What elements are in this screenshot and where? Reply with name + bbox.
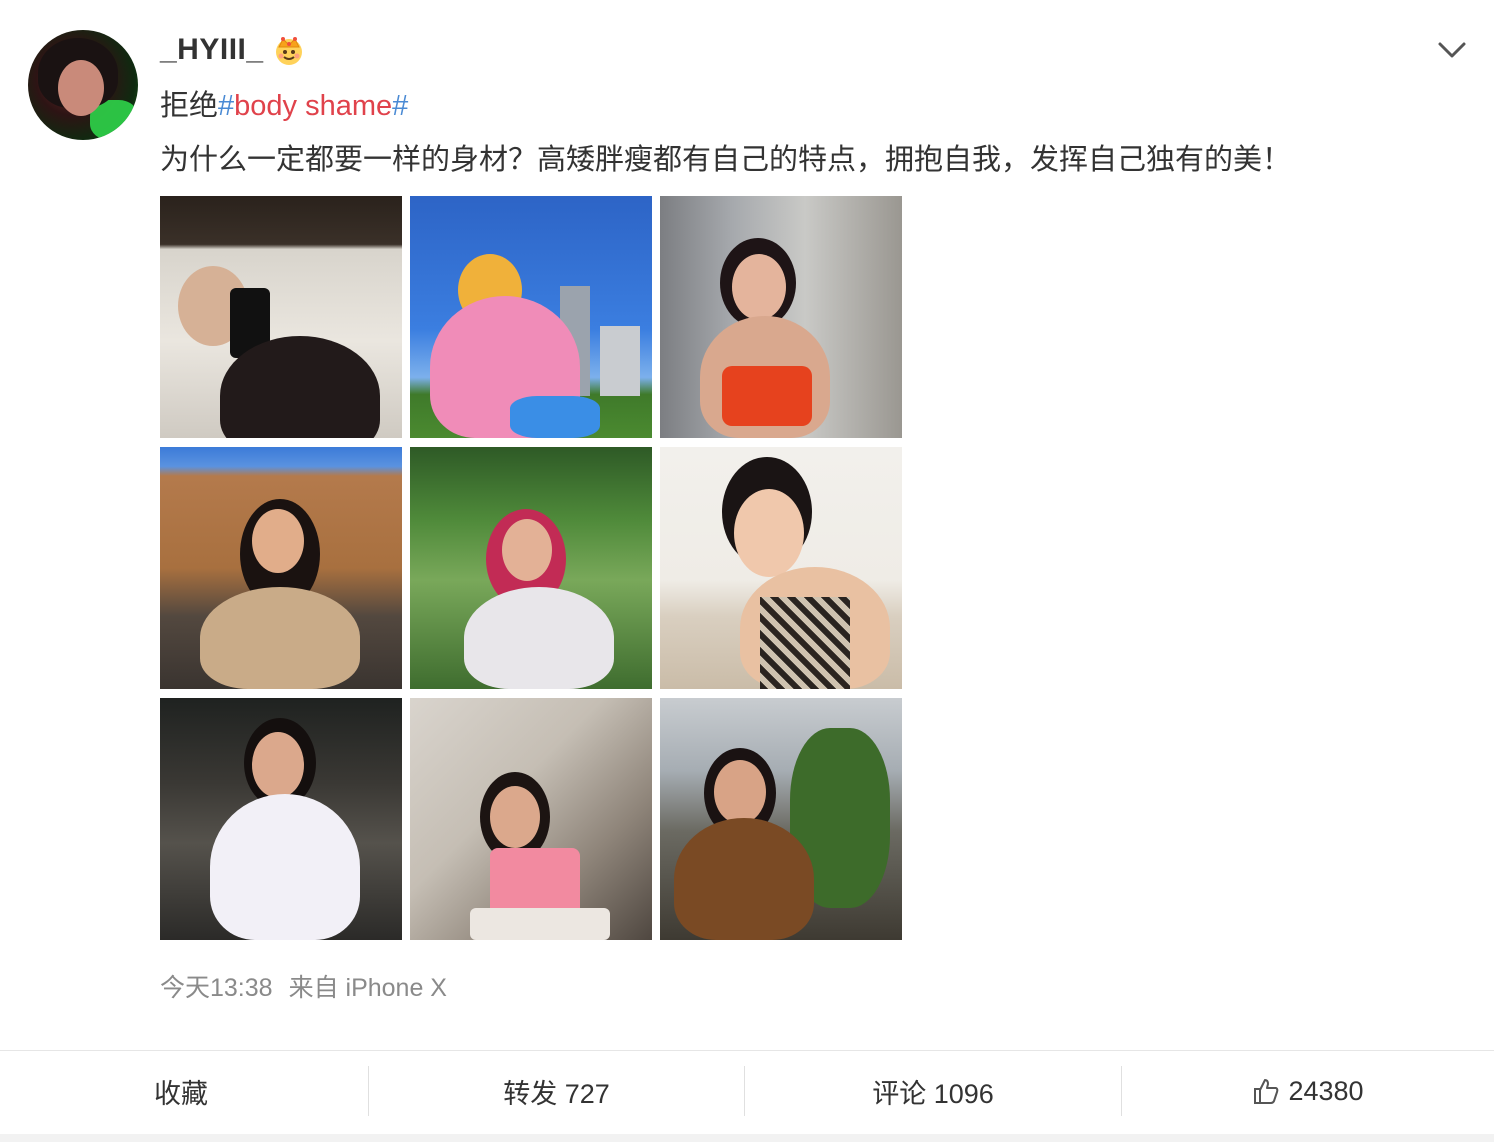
photo-face (502, 519, 552, 581)
post-source: 来自 iPhone X (288, 974, 447, 1002)
chevron-down-icon[interactable] (1436, 34, 1468, 66)
footer-shadow (0, 1134, 1494, 1142)
favorite-button[interactable]: 收藏 (0, 1066, 368, 1116)
photo-face (732, 254, 786, 320)
post-meta: 今天13:38 来自 iPhone X (160, 968, 447, 1004)
photo-figure-body (200, 587, 360, 689)
photo-figure-body (210, 794, 360, 940)
avatar-face (58, 60, 104, 116)
hashtag-open[interactable]: # (218, 90, 234, 122)
post-headline: 拒绝#body shame# (160, 86, 408, 126)
photo-face (490, 786, 540, 848)
skirt-shape (470, 908, 610, 940)
photo-5[interactable] (410, 447, 652, 689)
photo-face (714, 760, 766, 824)
repost-button[interactable]: 转发 727 (368, 1066, 744, 1116)
avatar[interactable] (28, 30, 138, 140)
username[interactable]: _HYIII_ (160, 33, 264, 67)
photo-figure-body (674, 818, 814, 940)
weibo-post-card: _HYIII_ 拒绝#body shame# 为什么一定都要一样的身材？高矮胖瘦… (0, 0, 1494, 1142)
top-shape (722, 366, 812, 426)
photo-figure-body (464, 587, 614, 689)
photo-face (252, 732, 304, 798)
like-button[interactable]: 24380 (1121, 1066, 1494, 1116)
photo-face (734, 489, 804, 577)
thumbs-up-icon (1254, 1079, 1279, 1104)
photo-7[interactable] (160, 698, 402, 940)
comment-button[interactable]: 评论 1096 (744, 1066, 1121, 1116)
crown-icon[interactable] (272, 33, 306, 67)
dress-shape (760, 597, 850, 689)
photo-1[interactable] (160, 196, 402, 438)
action-bar: 收藏 转发 727 评论 1096 24380 (0, 1050, 1494, 1131)
headline-prefix: 拒绝 (160, 90, 219, 122)
shoe-shape (510, 396, 600, 438)
post-body: 为什么一定都要一样的身材？高矮胖瘦都有自己的特点，拥抱自我，发挥自己独有的美！ (160, 144, 1292, 176)
photo-8[interactable] (410, 698, 652, 940)
photo-3[interactable] (660, 196, 902, 438)
like-count: 24380 (1288, 1075, 1364, 1106)
photo-9[interactable] (660, 698, 902, 940)
photo-2[interactable] (410, 196, 652, 438)
hashtag-close[interactable]: # (392, 90, 408, 122)
photo-grid (160, 196, 902, 940)
building-shape (600, 326, 640, 396)
hashtag-link[interactable]: body shame (234, 90, 392, 122)
post-timestamp[interactable]: 今天13:38 (160, 968, 273, 1004)
comment-label: 评论 1096 (872, 1078, 994, 1109)
photo-4[interactable] (160, 447, 402, 689)
username-row: _HYIII_ (160, 30, 306, 70)
repost-label: 转发 727 (503, 1078, 610, 1109)
favorite-label: 收藏 (154, 1078, 208, 1109)
photo-face (252, 509, 304, 573)
photo-6[interactable] (660, 447, 902, 689)
